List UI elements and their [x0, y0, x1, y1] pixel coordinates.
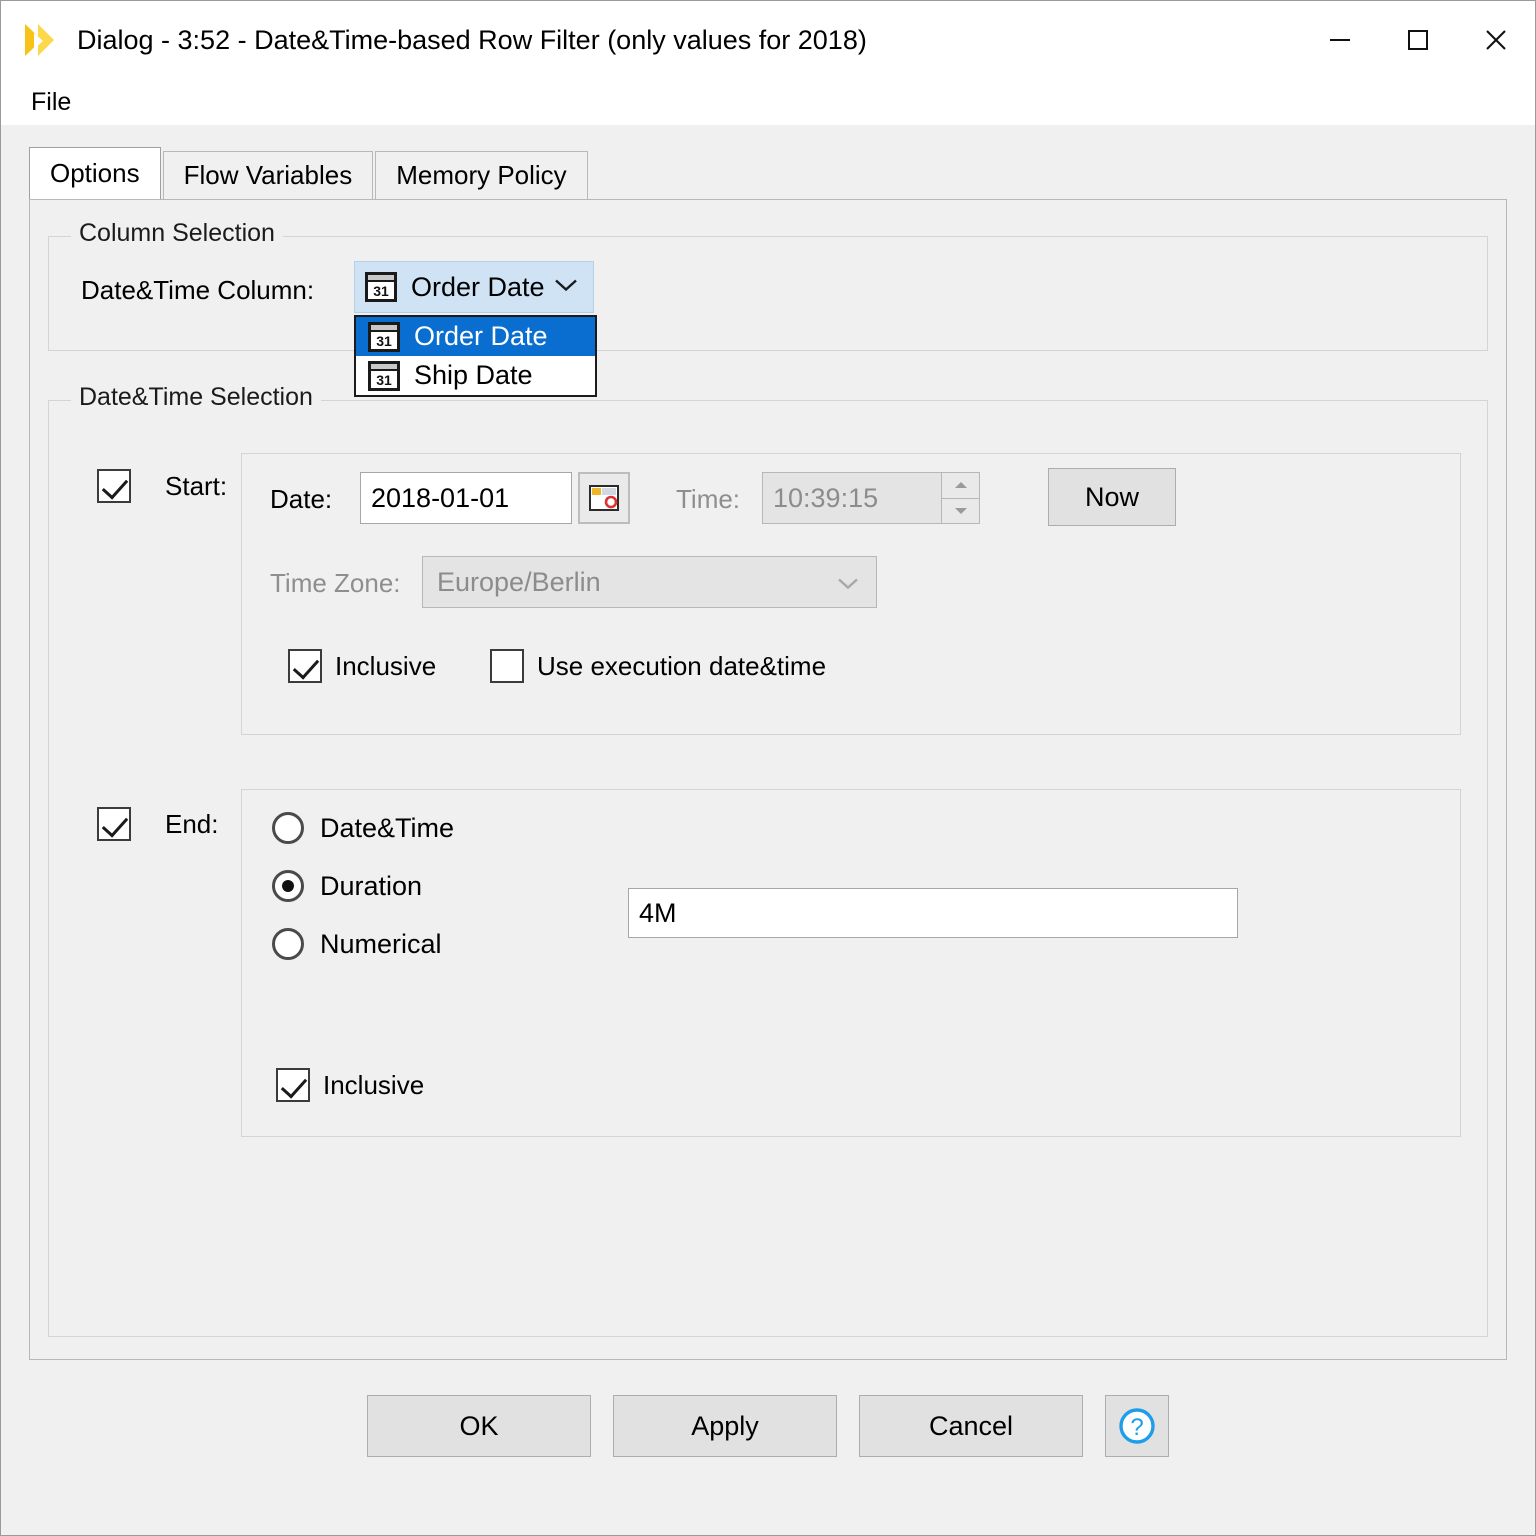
datetime-selection-group: Date&Time Selection Start: Date: 2018-01… [48, 383, 1488, 1337]
end-mode-numerical-label: Numerical [320, 928, 442, 959]
column-selection-group-label: Column Selection [71, 219, 283, 248]
tab-strip: Options Flow Variables Memory Policy [29, 147, 1507, 199]
start-time-spinner[interactable] [942, 472, 980, 524]
start-enable-checkbox[interactable]: Start: [97, 469, 227, 503]
start-timezone-value: Europe/Berlin [437, 566, 601, 597]
checkbox-box [97, 469, 131, 503]
datetime-column-value: Order Date [411, 271, 545, 302]
window-controls [1301, 1, 1535, 79]
dropdown-option-ship-date[interactable]: 31 Ship Date [356, 356, 595, 395]
dropdown-option-label: Order Date [414, 321, 548, 351]
datetime-column-label: Date&Time Column: [81, 275, 315, 305]
window-title: Dialog - 3:52 - Date&Time-based Row Filt… [77, 24, 867, 55]
start-date-input[interactable]: 2018-01-01 [360, 472, 572, 524]
svg-text:?: ? [1130, 1414, 1143, 1441]
cancel-button[interactable]: Cancel [859, 1395, 1083, 1457]
end-mode-datetime-radio[interactable]: Date&Time [272, 812, 454, 844]
dialog-body: Options Flow Variables Memory Policy Col… [1, 125, 1535, 1535]
menu-bar: File [1, 79, 1535, 125]
end-mode-duration-label: Duration [320, 870, 423, 901]
menu-item-file[interactable]: File [23, 86, 79, 119]
knime-triangle-icon [25, 23, 59, 57]
spinner-down-icon[interactable] [942, 499, 979, 524]
dropdown-option-label: Ship Date [414, 360, 533, 390]
tab-options[interactable]: Options [29, 147, 161, 199]
start-date-picker-button[interactable] [578, 472, 630, 524]
end-inclusive-checkbox[interactable]: Inclusive [276, 1068, 424, 1102]
checkbox-box [288, 649, 322, 683]
start-time-input[interactable]: 10:39:15 [762, 472, 942, 524]
start-inclusive-checkbox[interactable]: Inclusive [288, 649, 436, 683]
radio-circle [272, 812, 304, 844]
radio-circle [272, 928, 304, 960]
help-question-icon: ? [1119, 1408, 1155, 1444]
checkbox-box [276, 1068, 310, 1102]
end-panel: Date&Time Duration Numerical 4M Inclusiv… [241, 789, 1461, 1137]
calendar-31-icon: 31 [368, 360, 400, 391]
end-duration-input[interactable]: 4M [628, 888, 1238, 938]
datetime-column-dropdown-list[interactable]: 31 Order Date 31 Ship Date [354, 315, 597, 397]
use-execution-datetime-label: Use execution date&time [537, 650, 827, 681]
start-timezone-combobox[interactable]: Europe/Berlin [422, 556, 877, 608]
checkbox-box [97, 807, 131, 841]
calendar-31-icon: 31 [368, 321, 400, 352]
dropdown-option-order-date[interactable]: 31 Order Date [356, 317, 595, 356]
tab-flow-variables[interactable]: Flow Variables [162, 151, 374, 199]
spinner-up-icon[interactable] [942, 473, 979, 499]
options-tab-panel: Column Selection Date&Time Column: 31 Or… [29, 199, 1507, 1360]
start-date-label: Date: [270, 484, 333, 514]
start-inclusive-label: Inclusive [335, 650, 437, 681]
ok-button[interactable]: OK [367, 1395, 591, 1457]
end-inclusive-label: Inclusive [323, 1069, 425, 1100]
chevron-down-icon [553, 277, 579, 298]
close-icon[interactable] [1457, 1, 1535, 79]
start-time-label: Time: [676, 484, 741, 514]
apply-button[interactable]: Apply [613, 1395, 837, 1457]
end-mode-numerical-radio[interactable]: Numerical [272, 928, 442, 960]
minimize-icon[interactable] [1301, 1, 1379, 79]
calendar-31-icon: 31 [365, 272, 397, 302]
end-label: End: [165, 808, 219, 839]
help-button[interactable]: ? [1105, 1395, 1169, 1457]
column-selection-group: Column Selection Date&Time Column: 31 Or… [48, 219, 1488, 397]
calendar-picker-icon [589, 485, 619, 511]
dialog-window: Dialog - 3:52 - Date&Time-based Row Filt… [0, 0, 1536, 1536]
use-execution-datetime-checkbox[interactable]: Use execution date&time [490, 649, 826, 683]
maximize-icon[interactable] [1379, 1, 1457, 79]
start-panel: Date: 2018-01-01 Time: 10:39:15 Now Time… [241, 453, 1461, 735]
chevron-down-icon [836, 567, 860, 598]
radio-circle [272, 870, 304, 902]
start-label: Start: [165, 470, 228, 501]
datetime-column-combobox[interactable]: 31 Order Date [354, 261, 594, 313]
dialog-footer: OK Apply Cancel ? [1, 1375, 1535, 1535]
end-enable-checkbox[interactable]: End: [97, 807, 219, 841]
tab-memory-policy[interactable]: Memory Policy [375, 151, 588, 199]
start-timezone-label: Time Zone: [270, 568, 401, 598]
datetime-selection-group-label: Date&Time Selection [71, 383, 321, 412]
end-mode-datetime-label: Date&Time [320, 812, 455, 843]
checkbox-box [490, 649, 524, 683]
end-mode-duration-radio[interactable]: Duration [272, 870, 422, 902]
now-button[interactable]: Now [1048, 468, 1176, 526]
title-bar: Dialog - 3:52 - Date&Time-based Row Filt… [1, 1, 1535, 79]
